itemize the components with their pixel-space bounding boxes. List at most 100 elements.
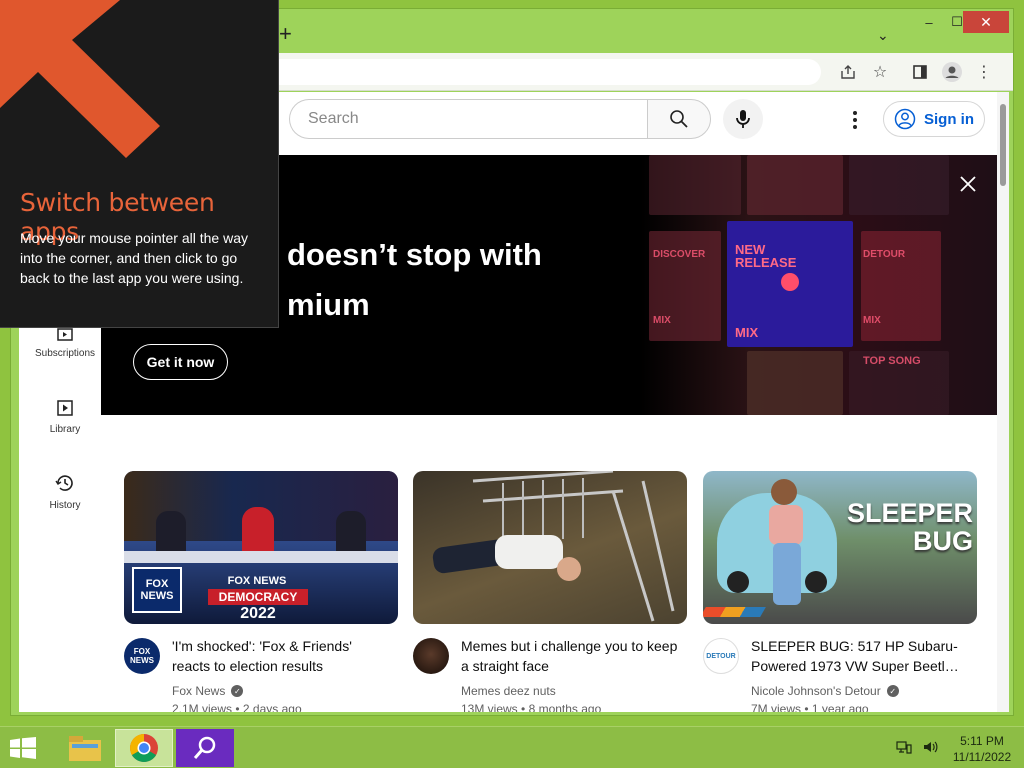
thumb-caption: SLEEPER BUG bbox=[843, 499, 973, 555]
hint-body: Move your mouse pointer all the way into… bbox=[20, 230, 248, 286]
host-figure bbox=[242, 507, 274, 551]
channel-name[interactable]: Nicole Johnson's Detour ✓ bbox=[751, 684, 899, 698]
video-thumbnail[interactable] bbox=[413, 471, 687, 624]
thumb-caption-line: SLEEPER bbox=[846, 498, 973, 528]
video-title[interactable]: SLEEPER BUG: 517 HP Subaru-Powered 1973 … bbox=[751, 636, 971, 676]
system-tray bbox=[896, 739, 938, 755]
folder-icon bbox=[69, 736, 101, 761]
banner-tile-label: MIX bbox=[863, 315, 881, 326]
person-head bbox=[557, 557, 581, 581]
magnifier-icon bbox=[193, 736, 216, 759]
network-icon[interactable] bbox=[896, 739, 912, 755]
avatar-text: FOX NEWS bbox=[130, 647, 154, 665]
settings-menu-icon[interactable] bbox=[845, 106, 865, 134]
guide-history[interactable]: History bbox=[29, 472, 101, 511]
minimize-button[interactable]: – bbox=[915, 11, 943, 33]
new-tab-button[interactable]: + bbox=[279, 23, 292, 45]
bookmark-star-icon[interactable]: ☆ bbox=[869, 61, 891, 83]
video-card[interactable]: SLEEPER BUG DETOUR SLEEPER BUG: 517 HP S… bbox=[703, 471, 977, 712]
browser-menu-icon[interactable]: ⋮ bbox=[973, 61, 995, 83]
upload-age: 1 year ago bbox=[811, 702, 869, 712]
detour-stripes bbox=[703, 607, 766, 617]
banner-tile-label: DISCOVER bbox=[653, 249, 706, 260]
thumb-caption: DEMOCRACY bbox=[208, 589, 308, 605]
banner-tile bbox=[747, 155, 843, 215]
guide-label: Subscriptions bbox=[34, 348, 96, 359]
banner-tile bbox=[849, 155, 949, 215]
new-release-label: NEW RELEASE bbox=[735, 242, 797, 270]
view-count: 13M views bbox=[461, 702, 518, 712]
car-wheel bbox=[805, 571, 827, 593]
library-icon bbox=[57, 400, 73, 416]
verified-icon: ✓ bbox=[231, 685, 244, 697]
page-scrollbar[interactable] bbox=[997, 92, 1009, 712]
guide-label: History bbox=[49, 500, 81, 511]
banner-tile-label: MIX bbox=[653, 315, 671, 326]
new-release-card: NEW RELEASE MIX bbox=[727, 221, 853, 347]
voice-search-button[interactable] bbox=[723, 99, 763, 139]
channel-label: Memes deez nuts bbox=[461, 684, 556, 698]
video-stats: 13M views • 8 months ago bbox=[461, 702, 601, 712]
banner-tile bbox=[747, 351, 843, 415]
banner-headline-line1: doesn’t stop with bbox=[287, 237, 542, 272]
scrollbar-thumb[interactable] bbox=[1000, 104, 1006, 186]
close-icon[interactable] bbox=[957, 173, 979, 195]
clock-time: 5:11 PM bbox=[960, 734, 1004, 748]
close-window-button[interactable]: ✕ bbox=[963, 11, 1009, 33]
guide-library[interactable]: Library bbox=[29, 398, 101, 435]
sign-in-button[interactable]: Sign in bbox=[883, 101, 985, 137]
search-input[interactable]: Search bbox=[289, 99, 647, 139]
taskbar-file-explorer[interactable] bbox=[56, 729, 114, 767]
microphone-icon bbox=[736, 110, 750, 128]
channel-label: Nicole Johnson's Detour bbox=[751, 684, 881, 698]
video-stats: 2.1M views • 2 days ago bbox=[172, 702, 302, 712]
channel-avatar[interactable] bbox=[413, 638, 449, 674]
video-thumbnail[interactable]: FOX NEWS FOX NEWS DEMOCRACY 2022 bbox=[124, 471, 398, 624]
release-mix-label: MIX bbox=[735, 325, 759, 340]
fox-news-logo: FOX NEWS bbox=[132, 567, 182, 613]
person-head bbox=[771, 479, 797, 505]
video-meta: Memes but i challenge you to keep a stra… bbox=[413, 636, 687, 712]
account-icon bbox=[894, 108, 916, 130]
video-card[interactable]: FOX NEWS FOX NEWS DEMOCRACY 2022 FOX NEW… bbox=[124, 471, 398, 712]
search-button[interactable] bbox=[647, 99, 711, 139]
view-count: 7M views bbox=[751, 702, 802, 712]
video-title[interactable]: Memes but i challenge you to keep a stra… bbox=[461, 636, 681, 676]
search-icon bbox=[670, 110, 688, 128]
tab-search-icon[interactable]: ⌄ bbox=[877, 27, 889, 44]
windows-logo-icon[interactable] bbox=[10, 737, 36, 759]
video-thumbnail[interactable]: SLEEPER BUG bbox=[703, 471, 977, 624]
taskbar-search-app[interactable] bbox=[176, 729, 234, 767]
channel-avatar[interactable]: DETOUR bbox=[703, 638, 739, 674]
taskbar-chrome[interactable] bbox=[115, 729, 173, 767]
channel-avatar[interactable]: FOX NEWS bbox=[124, 638, 160, 674]
thumb-caption: 2022 bbox=[240, 605, 276, 622]
channel-label: Fox News bbox=[172, 684, 226, 698]
share-icon[interactable] bbox=[837, 61, 859, 83]
taskbar-clock[interactable]: 5:11 PM 11/11/2022 bbox=[944, 733, 1020, 765]
video-card[interactable]: Memes but i challenge you to keep a stra… bbox=[413, 471, 687, 712]
video-meta: DETOUR SLEEPER BUG: 517 HP Subaru-Powere… bbox=[703, 636, 977, 712]
thumb-caption-line: BUG bbox=[913, 526, 973, 556]
video-meta: FOX NEWS 'I'm shocked': 'Fox & Friends' … bbox=[124, 636, 398, 712]
upload-age: 8 months ago bbox=[528, 702, 602, 712]
channel-name[interactable]: Fox News ✓ bbox=[172, 684, 244, 698]
profile-avatar-icon[interactable] bbox=[941, 61, 963, 83]
clock-date: 11/11/2022 bbox=[952, 750, 1012, 764]
address-bar[interactable] bbox=[261, 59, 821, 85]
chrome-icon bbox=[130, 734, 158, 762]
upload-age: 2 days ago bbox=[242, 702, 302, 712]
person-top bbox=[769, 505, 803, 545]
side-panel-icon[interactable] bbox=[909, 61, 931, 83]
video-title[interactable]: 'I'm shocked': 'Fox & Friends' reacts to… bbox=[172, 636, 392, 676]
banner-tile-label: TOP SONG bbox=[863, 355, 921, 367]
car-wheel bbox=[727, 571, 749, 593]
banner-headline-line2: mium bbox=[287, 287, 370, 322]
volume-icon[interactable] bbox=[922, 739, 938, 755]
release-dot bbox=[781, 273, 799, 291]
channel-name[interactable]: Memes deez nuts bbox=[461, 684, 556, 698]
anchor-desk bbox=[124, 551, 398, 563]
person-jeans bbox=[773, 543, 801, 605]
banner-tile-label: DETOUR bbox=[863, 249, 906, 260]
get-it-now-button[interactable]: Get it now bbox=[133, 344, 228, 380]
